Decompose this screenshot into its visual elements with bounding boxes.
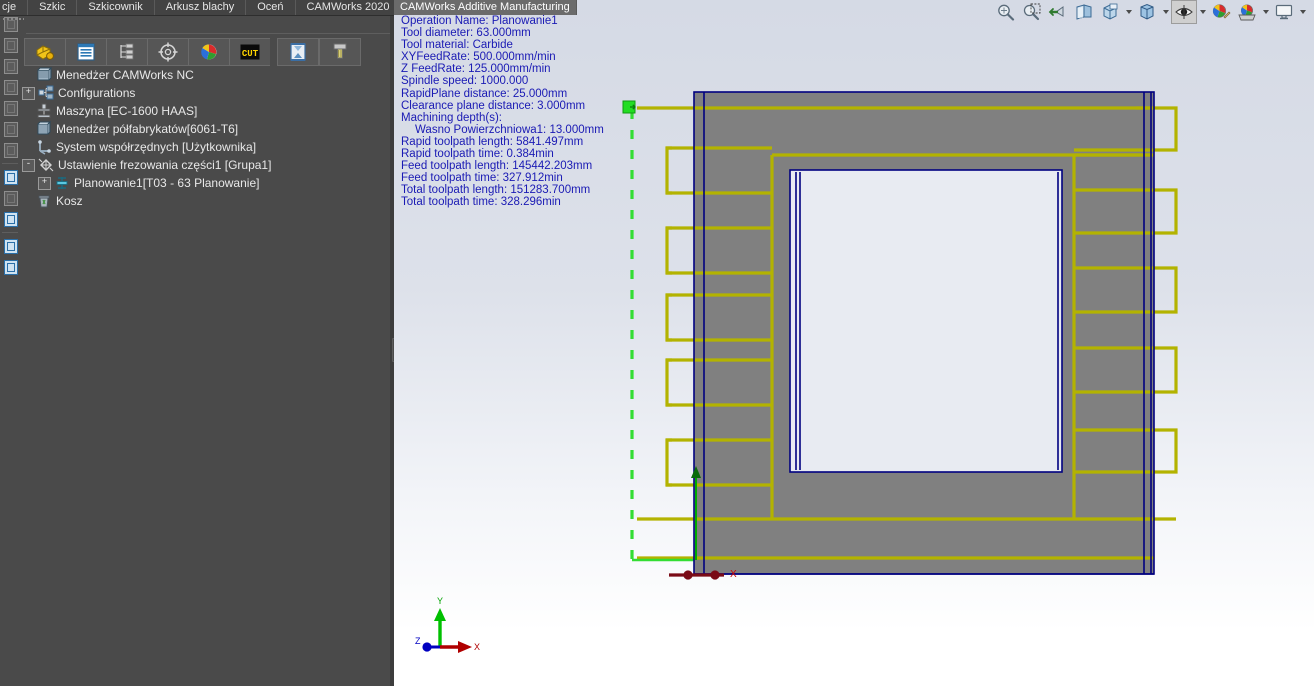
operation-info-line: Wasno Powierzchniowa1: 13.000mm — [415, 123, 604, 136]
zoom-to-fit-icon[interactable] — [993, 0, 1019, 24]
recycle-bin-icon — [36, 193, 52, 209]
tree-expander-placeholder — [22, 106, 33, 117]
generate-operation-plan-icon[interactable] — [65, 38, 106, 66]
active-ribbon-tab[interactable]: CAMWorks Additive Manufacturing — [394, 0, 577, 15]
tree-item-label: Menedżer półfabrykatów[6061-T6] — [56, 122, 239, 136]
view-orientation-icon[interactable] — [1097, 0, 1123, 24]
tree-expander-placeholder — [22, 142, 33, 153]
ribbon-tab-camworks-2020[interactable]: CAMWorks 2020 — [295, 0, 402, 15]
apply-scene-icon[interactable] — [1234, 0, 1260, 24]
operation-info-line: Total toolpath time: 328.296min — [401, 196, 561, 209]
tree-expander-placeholder — [22, 124, 33, 135]
step-through-toolpath-icon[interactable] — [188, 38, 229, 66]
ribbon-tab-oce-[interactable]: Oceń — [246, 0, 296, 15]
operation-info-line: RapidPlane distance: 25.000mm — [401, 87, 568, 100]
edit-appearance-icon[interactable] — [1208, 0, 1234, 24]
view-settings-icon[interactable] — [1271, 0, 1297, 24]
view-cube-icon-3[interactable] — [1, 56, 19, 76]
graphics-viewport[interactable]: CAMWorks Additive Manufacturing Operatio… — [394, 0, 1314, 686]
stock-manager-icon — [36, 120, 52, 137]
copy-layers-icon[interactable] — [1, 236, 19, 256]
view-cube-icon-2[interactable] — [1, 35, 19, 55]
ribbon-tab-szkicownik[interactable]: Szkicownik — [77, 0, 155, 15]
previous-view-icon[interactable] — [1045, 0, 1071, 24]
operation-info-line: Rapid toolpath time: 0.384min — [401, 148, 554, 161]
tree-item-label: Maszyna [EC-1600 HAAS] — [56, 104, 198, 118]
view-cube-icon-5[interactable] — [1, 98, 19, 118]
coordinate-system-icon — [36, 139, 52, 155]
tool-crib-icon[interactable] — [319, 38, 361, 66]
apply-scene-caret-icon[interactable] — [1260, 0, 1271, 24]
toolbar-divider-2 — [2, 232, 18, 233]
simulate-toolpath-icon[interactable] — [147, 38, 188, 66]
extract-machinable-features-icon[interactable] — [24, 38, 65, 66]
generate-toolpath-icon[interactable] — [106, 38, 147, 66]
orientation-triad: Y X Z — [404, 595, 514, 665]
post-process-icon[interactable]: CUT — [229, 38, 270, 66]
select-cursor-icon[interactable] — [1, 167, 19, 187]
face-mill-operation-icon — [54, 175, 70, 191]
tree-expander[interactable]: + — [22, 86, 35, 100]
operation-info-line: Z FeedRate: 125.000mm/min — [401, 63, 551, 76]
save-cam-data-icon[interactable] — [277, 38, 319, 66]
operation-info-line: Operation Name: Planowanie1 — [401, 15, 558, 27]
tree-item-label: System współrzędnych [Użytkownika] — [56, 140, 257, 154]
svg-text:CUT: CUT — [242, 49, 259, 59]
application-window: CUT Menedżer CAMWorks NC + Configuration… — [0, 0, 1314, 686]
section-view-icon[interactable] — [1071, 0, 1097, 24]
display-style-icon[interactable] — [1134, 0, 1160, 24]
tree-item-label: Ustawienie frezowania części1 [Grupa1] — [58, 158, 272, 172]
camworks-command-toolbar[interactable]: CUT — [24, 38, 361, 66]
operation-info-line: Feed toolpath time: 327.912min — [401, 172, 563, 185]
toolbar-divider-1 — [2, 163, 18, 164]
triad-y-label: Y — [437, 596, 443, 606]
triad-z-label: Z — [415, 636, 421, 646]
tree-expander-placeholder — [22, 70, 33, 81]
operation-info-line: Tool material: Carbide — [401, 39, 513, 52]
configurations-icon — [38, 85, 54, 101]
operation-info-text: Operation Name: Planowanie1 Tool diameter… — [401, 15, 604, 209]
rapid-toolpath — [622, 100, 694, 562]
tree-item-label: Configurations — [58, 86, 136, 100]
operation-info-line: Tool diameter: 63.000mm — [401, 27, 531, 40]
pocket-face — [790, 170, 1062, 472]
tree-expander[interactable]: + — [38, 176, 51, 190]
view-cube-icon-6[interactable] — [1, 119, 19, 139]
operation-info-line: Rapid toolpath length: 5841.497mm — [401, 135, 584, 148]
view-cube-icon-7[interactable] — [1, 140, 19, 160]
left-vertical-toolbar[interactable] — [0, 14, 20, 374]
view-cube-icon-4[interactable] — [1, 77, 19, 97]
tree-item-label: Kosz — [56, 194, 83, 208]
display-style-caret-icon[interactable] — [1160, 0, 1171, 24]
operation-info-line: Total toolpath length: 151283.700mm — [401, 184, 591, 197]
operation-info-line: Clearance plane distance: 3.000mm — [401, 99, 586, 112]
display-window-icon[interactable] — [1, 209, 19, 229]
tree-root-label: Menedżer CAMWorks NC — [56, 68, 194, 82]
ribbon-tab-szkic[interactable]: Szkic — [28, 0, 78, 15]
operation-info-line: Spindle speed: 1000.000 — [401, 75, 529, 88]
operation-info-line: Machining depth(s): — [401, 111, 502, 124]
ribbon-tab-arkusz-blachy[interactable]: Arkusz blachy — [154, 0, 247, 15]
operation-info-line: Feed toolpath length: 145442.203mm — [401, 160, 593, 173]
view-orientation-caret-icon[interactable] — [1123, 0, 1134, 24]
machine-icon — [36, 103, 52, 119]
mill-setup-icon — [38, 157, 54, 173]
svg-text:X: X — [730, 569, 737, 580]
zoom-to-area-icon[interactable] — [1019, 0, 1045, 24]
hide-show-items-icon[interactable] — [1171, 0, 1197, 24]
nc-manager-icon — [36, 66, 53, 83]
triad-x-label: X — [474, 642, 480, 652]
operation-info-line: XYFeedRate: 500.000mm/min — [401, 51, 556, 64]
ribbon-tab-cje[interactable]: cje — [0, 0, 29, 15]
heads-up-view-toolbar[interactable] — [993, 0, 1308, 24]
view-settings-caret-icon[interactable] — [1297, 0, 1308, 24]
duplicate-view-icon[interactable] — [1, 257, 19, 277]
measure-icon[interactable] — [1, 188, 19, 208]
tree-item-label: Planowanie1[T03 - 63 Planowanie] — [74, 176, 260, 190]
panel-grab-handle[interactable] — [2, 17, 24, 22]
tree-expander[interactable]: - — [22, 158, 35, 172]
hide-show-items-caret-icon[interactable] — [1197, 0, 1208, 24]
tree-expander-placeholder — [22, 196, 33, 207]
